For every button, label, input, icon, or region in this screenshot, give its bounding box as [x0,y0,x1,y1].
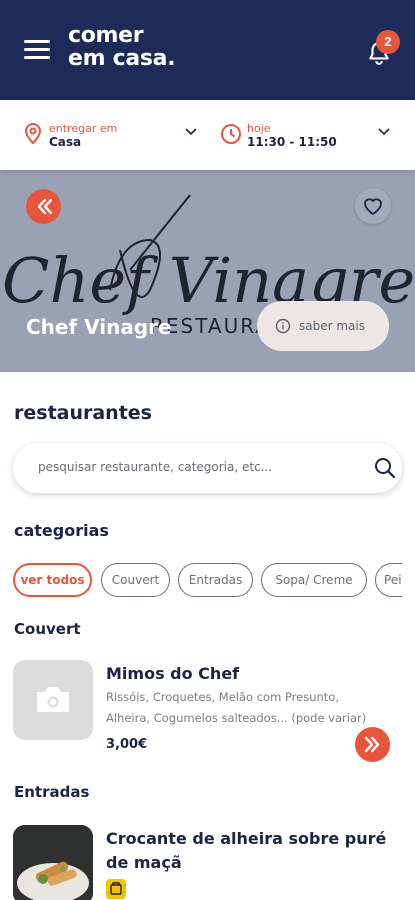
app-header: comer em casa. 2 [0,0,415,100]
notification-badge[interactable]: 2 [376,30,400,54]
item-image-placeholder[interactable] [13,660,93,740]
restaurant-name: Chef Vinagre [26,315,172,339]
logo-line-2: em casa. [68,46,176,71]
double-chevron-left-icon [37,198,53,215]
item-name-line: de maçã [106,853,182,872]
chevron-down-icon [185,128,197,136]
food-photo [13,825,93,900]
item-description-line: Rissóis, Croquetes, Melão com Presunto, [106,690,339,704]
heart-icon [364,198,382,215]
delivery-bar: entregar em Casa hoje 11:30 - 11:50 [0,100,415,170]
item-name[interactable]: Crocante de alheira sobre puré de maçã [106,827,386,875]
location-pin-icon [24,122,42,145]
camera-icon [37,687,69,712]
back-button[interactable] [26,189,61,224]
app-logo[interactable]: comer em casa. [68,23,176,71]
restaurants-title: restaurantes [14,402,152,424]
chip-ver-todos[interactable]: ver todos [13,563,92,597]
item-name[interactable]: Mimos do Chef [106,662,239,686]
logo-line-1: comer [68,23,144,48]
search-input[interactable]: pesquisar restaurante, categoria, etc... [13,443,402,493]
clock-icon [221,124,241,144]
item-price: 3,00€ [106,737,148,752]
categories-title: categorias [14,521,109,540]
location-value: Casa [49,135,82,149]
item-description: Rissóis, Croquetes, Melão com Presunto, … [106,687,396,729]
double-chevron-right-icon [364,736,380,753]
item-open-button[interactable] [355,727,390,762]
chip-couvert[interactable]: Couvert [101,563,170,597]
item-description-line: Alheira, Cogumelos salteados... (pode va… [106,711,367,725]
chip-peixe[interactable]: Pei [375,563,402,597]
chip-entradas[interactable]: Entradas [178,563,253,597]
time-label: hoje [247,122,271,135]
dietary-badge-icon [106,879,126,899]
item-name-line: Crocante de alheira sobre puré [106,829,387,848]
delivery-time-selector[interactable]: hoje 11:30 - 11:50 [220,118,395,152]
know-more-label: saber mais [299,319,365,333]
info-icon [275,318,291,334]
group-title-entradas: Entradas [14,783,90,801]
favorite-button[interactable] [355,188,391,224]
search-icon[interactable] [373,456,397,480]
chevron-down-icon [378,128,390,136]
menu-icon[interactable] [24,38,50,60]
know-more-button[interactable]: saber mais [257,301,389,351]
group-title-couvert: Couvert [14,620,81,638]
time-value: 11:30 - 11:50 [247,135,337,149]
item-image[interactable] [13,825,93,900]
chip-sopa-creme[interactable]: Sopa/ Creme [261,563,367,597]
search-placeholder: pesquisar restaurante, categoria, etc... [38,460,273,474]
delivery-location-selector[interactable]: entregar em Casa [22,118,202,152]
category-chips: ver todos Couvert Entradas Sopa/ Creme P… [13,563,402,599]
location-label: entregar em [49,122,118,135]
